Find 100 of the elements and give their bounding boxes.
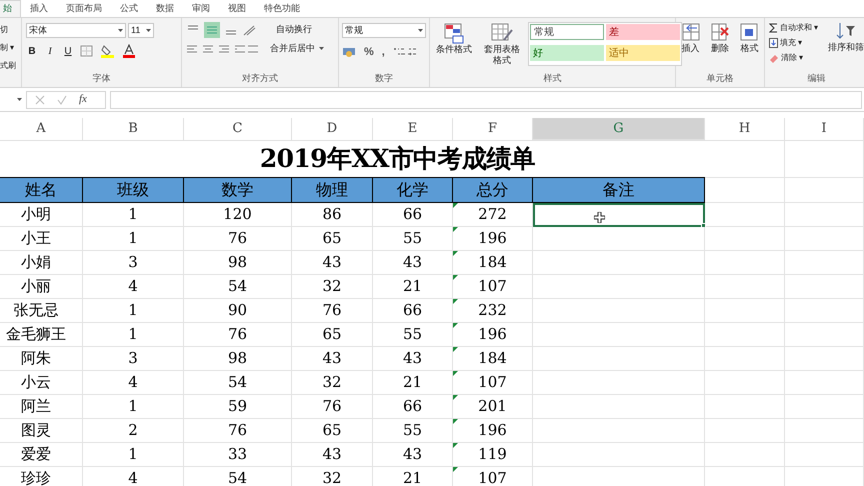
cell-style-option[interactable]: 差 — [606, 24, 680, 40]
column-header[interactable]: E — [373, 118, 453, 141]
ribbon-tab[interactable]: 插入 — [21, 0, 57, 17]
number-format-field[interactable]: 常规 — [342, 23, 426, 38]
borders-icon[interactable] — [80, 45, 94, 57]
empty-cell[interactable] — [705, 275, 785, 299]
format-cells-icon — [739, 22, 760, 42]
cell-text: 232 — [478, 300, 507, 322]
editing-button[interactable]: 清除 ▾ — [769, 51, 828, 64]
empty-cell[interactable] — [785, 141, 864, 178]
eraser-icon — [769, 52, 779, 62]
caret-icon — [319, 47, 324, 50]
style-gallery-button[interactable]: 条件格式 — [432, 22, 476, 66]
cell-text: 43 — [322, 348, 342, 370]
empty-cell[interactable] — [785, 203, 864, 227]
column-header[interactable]: H — [705, 118, 785, 141]
ribbon-tab[interactable]: 始 — [0, 0, 21, 17]
header-cell: 姓名 — [0, 178, 83, 203]
cell-style-option[interactable]: 常规 — [530, 24, 604, 40]
merge-center-button[interactable]: 合并后居中 — [270, 42, 315, 56]
font-style-button[interactable]: U — [62, 44, 74, 58]
ribbon-tab[interactable]: 视图 — [219, 0, 255, 17]
column-header[interactable]: C — [184, 118, 292, 141]
table-cell[interactable] — [533, 203, 705, 227]
orientation-icon[interactable] — [242, 23, 258, 37]
empty-cell[interactable] — [705, 227, 785, 251]
cell-style-option[interactable]: 好 — [530, 45, 604, 61]
ribbon-tab[interactable]: 审阅 — [183, 0, 219, 17]
empty-cell[interactable] — [705, 347, 785, 371]
insert-function-button[interactable]: fx — [79, 91, 87, 108]
empty-cell[interactable] — [705, 203, 785, 227]
ribbon-tab[interactable]: 页面布局 — [57, 0, 111, 17]
enter-icon[interactable] — [57, 94, 67, 104]
column-header[interactable]: D — [292, 118, 373, 141]
ribbon-tab[interactable]: 数据 — [147, 0, 183, 17]
align-right-icon[interactable] — [218, 42, 230, 55]
cell-style-option[interactable]: 适中 — [606, 45, 680, 61]
column-header[interactable]: B — [83, 118, 184, 141]
empty-cell[interactable] — [785, 227, 864, 251]
cell-text: 阿兰 — [21, 396, 51, 418]
cell-text: 21 — [402, 468, 422, 486]
font-style-button[interactable]: I — [44, 44, 56, 58]
align-middle-icon[interactable] — [204, 22, 220, 38]
empty-cell[interactable] — [705, 419, 785, 443]
align-left-icon[interactable] — [186, 42, 198, 55]
align-center-icon[interactable] — [202, 42, 214, 55]
cancel-icon[interactable] — [35, 94, 45, 104]
font-color-icon[interactable] — [122, 44, 136, 58]
empty-cell[interactable] — [785, 299, 864, 323]
empty-cell[interactable] — [785, 419, 864, 443]
column-header[interactable]: I — [785, 118, 864, 141]
cell-text: 小云 — [21, 372, 51, 394]
empty-cell[interactable] — [785, 443, 864, 467]
clipboard-button[interactable]: 切 — [0, 24, 8, 36]
ribbon-tab[interactable]: 特色功能 — [255, 0, 309, 17]
column-header[interactable]: F — [453, 118, 533, 141]
number-format-button[interactable]: % — [364, 44, 374, 60]
clipboard-button[interactable]: 制 ▾ — [0, 42, 14, 54]
empty-cell[interactable] — [705, 299, 785, 323]
empty-cell[interactable] — [785, 275, 864, 299]
wrap-text-button[interactable]: 自动换行 — [276, 23, 312, 37]
empty-cell[interactable] — [705, 251, 785, 275]
cells-button[interactable]: 格式 — [739, 22, 760, 56]
cell-text: 272 — [478, 204, 507, 226]
empty-cell[interactable] — [785, 178, 864, 203]
cells-button[interactable]: 插入 — [680, 22, 701, 56]
ribbon-tab[interactable]: 公式 — [111, 0, 147, 17]
font-name-field[interactable]: 宋体 — [26, 23, 126, 38]
sort-filter-button[interactable]: 排序和筛 — [828, 41, 864, 54]
header-cell: 化学 — [373, 178, 453, 203]
empty-cell[interactable] — [785, 347, 864, 371]
empty-cell[interactable] — [785, 251, 864, 275]
empty-cell[interactable] — [705, 141, 785, 178]
sort-filter-icon[interactable] — [835, 21, 857, 41]
style-gallery-button[interactable]: 套用表格格式 — [480, 22, 524, 66]
clipboard-button[interactable]: 式刷 — [0, 60, 16, 72]
column-header[interactable]: A — [0, 118, 83, 141]
editing-button[interactable]: 填充 ▾ — [769, 36, 828, 49]
cell-text: 小王 — [21, 228, 51, 250]
indent-icon[interactable] — [234, 42, 260, 55]
cell-text: 阿朱 — [21, 348, 51, 370]
column-header[interactable]: G — [533, 118, 705, 141]
number-format-button[interactable]: , — [382, 44, 385, 60]
empty-cell[interactable] — [785, 395, 864, 419]
formula-input[interactable] — [110, 90, 862, 108]
empty-cell[interactable] — [705, 395, 785, 419]
editing-button[interactable]: 自动求和 ▾ — [769, 21, 828, 34]
cells-button[interactable]: 删除 — [710, 22, 730, 56]
empty-cell[interactable] — [705, 323, 785, 347]
empty-cell[interactable] — [785, 371, 864, 395]
fill-handle[interactable] — [701, 223, 706, 228]
currency-icon[interactable] — [342, 46, 356, 58]
fill-color-icon[interactable] — [100, 44, 116, 58]
cell-text: 55 — [402, 228, 422, 250]
empty-cell[interactable] — [705, 371, 785, 395]
empty-cell[interactable] — [785, 323, 864, 347]
cell-text: 76 — [322, 396, 342, 418]
font-size-field[interactable]: 11 — [128, 23, 154, 38]
empty-cell[interactable] — [705, 443, 785, 467]
font-style-button[interactable]: B — [26, 44, 38, 58]
